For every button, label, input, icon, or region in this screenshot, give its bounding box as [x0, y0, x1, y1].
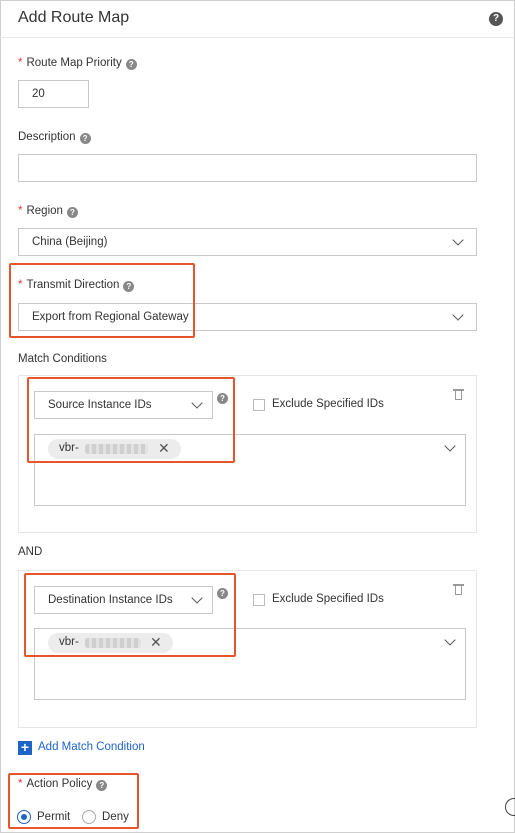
trash-icon[interactable]: [453, 584, 464, 595]
priority-value: 20: [32, 88, 45, 100]
chevron-down-icon: [452, 309, 464, 321]
exclude-checkbox[interactable]: [253, 399, 265, 411]
chevron-down-icon: [444, 634, 456, 646]
dialog-title: Add Route Map: [18, 9, 130, 26]
help-icon[interactable]: ?: [79, 133, 91, 144]
dialog-header: Add Route Map ?: [0, 0, 515, 38]
and-label: AND: [18, 546, 43, 558]
exclude-checkbox[interactable]: [253, 594, 265, 606]
exclude-label: Exclude Specified IDs: [272, 398, 384, 410]
chevron-down-icon: [452, 234, 464, 246]
region-label-text: Region: [26, 205, 63, 217]
highlight-box: [27, 377, 235, 463]
plus-icon[interactable]: +: [18, 740, 32, 755]
trash-icon[interactable]: [453, 389, 464, 400]
description-label-text: Description: [18, 131, 76, 143]
required-mark: *: [18, 57, 23, 69]
description-label: Description?: [18, 131, 91, 144]
help-icon[interactable]: ?: [125, 59, 137, 70]
match-conditions-label: Match Conditions: [18, 353, 107, 365]
required-mark: *: [18, 205, 23, 217]
add-match-condition-link[interactable]: Add Match Condition: [38, 741, 145, 753]
priority-input[interactable]: 20: [18, 80, 89, 108]
priority-label: * Route Map Priority?: [18, 57, 137, 70]
region-label: * Region?: [18, 205, 78, 218]
highlight-box: [9, 263, 195, 338]
help-icon[interactable]: ?: [66, 207, 78, 218]
chevron-down-icon: [444, 440, 456, 452]
question-circle-icon[interactable]: ?: [489, 12, 503, 26]
region-value: China (Beijing): [32, 236, 108, 248]
region-select[interactable]: China (Beijing): [18, 228, 477, 256]
highlight-box: [8, 773, 139, 829]
exclude-label: Exclude Specified IDs: [272, 593, 384, 605]
description-input[interactable]: [18, 154, 477, 182]
priority-label-text: Route Map Priority: [26, 57, 122, 69]
highlight-box: [24, 573, 236, 657]
